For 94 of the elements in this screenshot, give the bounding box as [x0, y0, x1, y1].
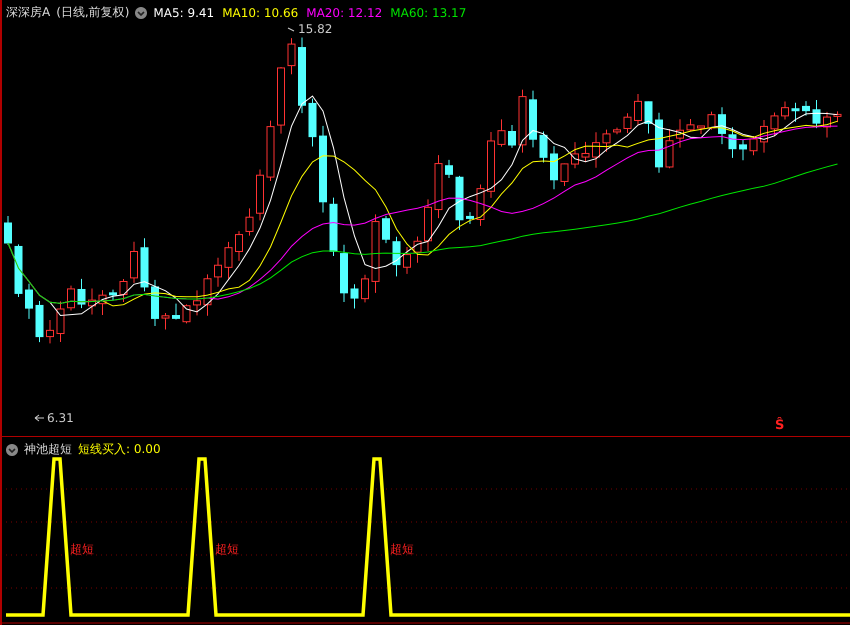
candlestick	[802, 100, 810, 116]
candlestick	[424, 198, 432, 252]
candlestick	[78, 278, 86, 309]
candlestick	[36, 300, 44, 343]
candlestick	[151, 279, 159, 326]
candlestick	[792, 102, 800, 122]
candlestick	[172, 303, 180, 320]
candlestick	[697, 125, 705, 135]
candlestick	[140, 238, 148, 292]
candlestick	[708, 111, 716, 130]
candlestick	[823, 111, 831, 138]
candlestick	[571, 142, 579, 169]
candlestick	[666, 128, 674, 169]
moving-average-value: MA20: 12.12	[306, 6, 382, 20]
candlestick	[540, 131, 548, 164]
candlestick	[487, 132, 495, 198]
chart-mode-label: (日线,前复权)	[56, 4, 130, 21]
signal-label: 超短	[215, 541, 239, 558]
indicator-value: 短线买入: 0.00	[78, 441, 161, 458]
candlestick	[613, 127, 621, 135]
candlestick	[781, 101, 789, 120]
candlestick	[634, 94, 642, 126]
candlestick	[98, 290, 106, 316]
candlestick	[529, 90, 537, 148]
candlestick	[602, 129, 610, 152]
candlestick	[46, 319, 54, 344]
candlestick	[193, 290, 201, 316]
candlestick	[308, 98, 316, 147]
candlestick	[739, 140, 747, 161]
indicator-title: 神池超短	[24, 441, 72, 458]
low-price-label: 6.31	[47, 411, 74, 425]
candlestick	[508, 124, 516, 148]
candlestick	[560, 162, 568, 186]
candlestick	[246, 208, 254, 236]
candlestick	[834, 110, 842, 123]
candlestick	[204, 274, 212, 316]
candlestick	[655, 112, 663, 174]
moving-average-value: MA10: 10.66	[222, 6, 298, 20]
candlestick	[288, 38, 296, 75]
candlestick	[25, 283, 33, 320]
candlestick	[14, 244, 22, 298]
candlestick	[182, 304, 190, 324]
moving-average-value: MA5: 9.41	[153, 6, 214, 20]
dropdown-icon[interactable]	[135, 6, 148, 18]
candlestick	[466, 212, 474, 224]
candlestick	[434, 154, 442, 219]
dropdown-icon[interactable]	[6, 444, 18, 456]
candlestick	[350, 284, 358, 310]
candlestick	[330, 197, 338, 257]
candlestick	[235, 230, 243, 262]
candlestick	[518, 89, 526, 154]
candlestick	[624, 112, 632, 134]
candlestick	[4, 216, 12, 246]
candlestick	[340, 244, 348, 302]
candlestick	[277, 66, 285, 134]
candlestick	[770, 112, 778, 137]
candlestick	[361, 274, 369, 303]
candlestick	[582, 141, 590, 163]
candlestick	[760, 120, 768, 154]
signal-label: 超短	[390, 541, 414, 558]
candlestick	[750, 135, 758, 156]
candlestick	[498, 118, 506, 148]
candlestick	[392, 236, 400, 277]
high-price-label: 15.82	[298, 22, 332, 36]
candlestick	[256, 169, 264, 221]
candlestick	[67, 285, 75, 311]
candlestick	[718, 106, 726, 145]
candlestick	[686, 118, 694, 132]
candlestick	[476, 184, 484, 226]
stock-title: 深深房A	[6, 4, 50, 21]
candlestick	[88, 288, 96, 316]
candlestick	[120, 278, 128, 302]
candlestick	[109, 289, 117, 301]
candlestick	[214, 257, 222, 288]
candlestick	[456, 175, 464, 230]
moving-average-value: MA60: 13.17	[390, 6, 466, 20]
candlestick	[592, 132, 600, 168]
candlestick	[382, 215, 390, 244]
signal-marker: Ŝ	[775, 418, 784, 433]
low-pointer-icon	[34, 414, 44, 422]
signal-label: 超短	[70, 541, 94, 558]
candlestick	[676, 118, 684, 148]
candlestick	[162, 312, 170, 330]
candlestick	[445, 159, 453, 178]
candlestick	[414, 236, 422, 264]
candlestick	[56, 300, 64, 343]
candlestick	[812, 100, 820, 129]
candlestick	[130, 241, 138, 284]
candlestick	[403, 246, 411, 274]
candlestick	[644, 100, 652, 134]
candlestick	[728, 126, 736, 158]
candlestick	[224, 241, 232, 279]
candlestick	[266, 120, 274, 182]
candlestick	[550, 146, 558, 190]
